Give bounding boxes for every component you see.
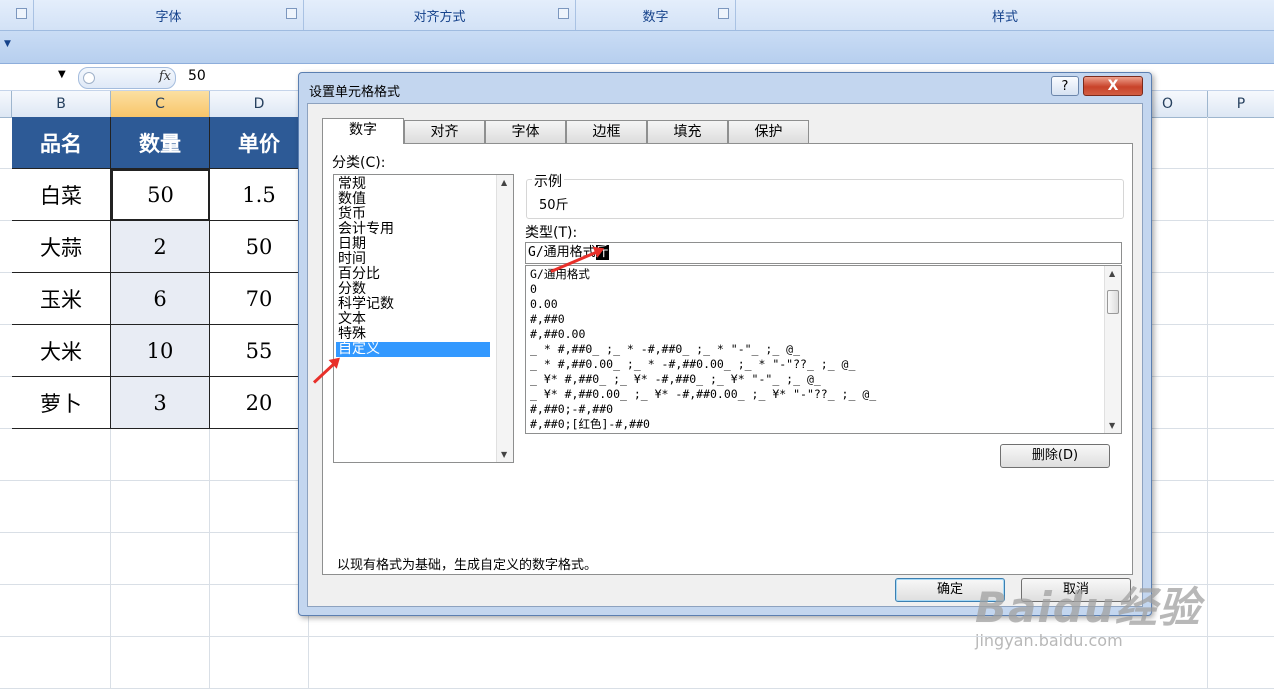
ribbon-group-label: 样式 [991, 9, 1018, 25]
column-header-c[interactable]: C [111, 91, 210, 117]
table-header-cell[interactable]: 数量 [111, 117, 210, 169]
category-scrollbar[interactable]: ▲ ▼ [496, 175, 513, 462]
watermark-main: Baidu经验 [975, 583, 1201, 632]
list-item[interactable]: _ * #,##0_ ;_ * -#,##0_ ;_ * "-"_ ;_ @_ [530, 342, 800, 357]
insert-function-button[interactable]: fx [78, 67, 176, 89]
number-tab-panel: 分类(C): 常规 数值 货币 会计专用 日期 时间 百分比 分数 科学记数 文… [322, 143, 1133, 575]
tab-number[interactable]: 数字 [322, 118, 404, 144]
ribbon-group-alignment: 对齐方式 [304, 0, 576, 30]
table-cell[interactable]: 大蒜 [12, 221, 111, 273]
close-button[interactable]: X [1083, 76, 1143, 96]
tab-alignment[interactable]: 对齐 [404, 120, 485, 143]
list-item[interactable]: 日期 [338, 237, 490, 252]
ribbon-group-label: 对齐方式 [413, 9, 466, 25]
ribbon-group-label: 数字 [642, 9, 669, 25]
category-description: 以现有格式为基础，生成自定义的数字格式。 [337, 558, 598, 573]
list-item[interactable]: 百分比 [338, 267, 490, 282]
name-box-dropdown-icon[interactable]: ▼ [58, 69, 66, 80]
alignment-launcher-icon[interactable] [558, 8, 569, 19]
scroll-up-icon[interactable]: ▲ [501, 178, 507, 187]
list-item[interactable]: 科学记数 [338, 297, 490, 312]
list-item[interactable]: 0.00 [530, 297, 558, 312]
list-item[interactable]: _ ¥* #,##0.00_ ;_ ¥* -#,##0.00_ ;_ ¥* "-… [530, 387, 876, 402]
list-item-selected[interactable]: 自定义 [336, 342, 490, 357]
table-cell[interactable]: 50 [210, 221, 309, 273]
list-item[interactable]: 常规 [338, 177, 490, 192]
list-item[interactable]: #,##0;-#,##0 [530, 402, 613, 417]
table-cell[interactable]: 6 [111, 273, 210, 325]
watermark-logo: Baidu经验 jingyan.baidu.com [975, 574, 1201, 650]
number-launcher-icon[interactable] [718, 8, 729, 19]
sample-value: 50斤 [539, 198, 569, 213]
ribbon-group-clipboard [0, 0, 34, 30]
ribbon-group-labels: 字体 对齐方式 数字 样式 [0, 0, 1274, 31]
list-item[interactable]: 货币 [338, 207, 490, 222]
list-item[interactable]: #,##0;[红色]-#,##0 [530, 417, 650, 432]
ribbon-group-label: 字体 [155, 9, 182, 25]
column-header-p[interactable]: P [1208, 91, 1274, 117]
format-cells-dialog: 设置单元格格式 ? X 数字 对齐 字体 边框 填充 保护 分类(C): 常规 … [298, 72, 1152, 616]
tab-font[interactable]: 字体 [485, 120, 566, 143]
ribbon-group-number: 数字 [576, 0, 736, 30]
sample-label: 示例 [532, 171, 564, 191]
table-cell[interactable]: 10 [111, 325, 210, 377]
list-item[interactable]: 特殊 [338, 327, 490, 342]
category-list[interactable]: 常规 数值 货币 会计专用 日期 时间 百分比 分数 科学记数 文本 特殊 自定… [333, 174, 514, 463]
list-item[interactable]: _ * #,##0.00_ ;_ * -#,##0.00_ ;_ * "-"??… [530, 357, 855, 372]
circle-icon [83, 72, 95, 84]
scroll-down-icon[interactable]: ▼ [1109, 421, 1115, 430]
scroll-up-icon[interactable]: ▲ [1109, 269, 1115, 278]
table-cell[interactable]: 20 [210, 377, 309, 429]
table-cell[interactable]: 55 [210, 325, 309, 377]
sample-box [526, 179, 1124, 219]
list-item[interactable]: #,##0.00 [530, 327, 585, 342]
quick-access-bar: ▼ [0, 31, 1274, 64]
table-cell[interactable]: 70 [210, 273, 309, 325]
category-label: 分类(C): [332, 155, 386, 171]
ribbon-group-font: 字体 [34, 0, 304, 30]
table-cell[interactable]: 2 [111, 221, 210, 273]
font-launcher-icon[interactable] [286, 8, 297, 19]
list-item[interactable]: 分数 [338, 282, 490, 297]
tab-border[interactable]: 边框 [566, 120, 647, 143]
list-item[interactable]: 数值 [338, 192, 490, 207]
scroll-thumb[interactable] [1107, 290, 1119, 314]
list-item[interactable]: 0 [530, 282, 537, 297]
format-scrollbar[interactable]: ▲ ▼ [1104, 266, 1121, 433]
format-list[interactable]: G/通用格式 0 0.00 #,##0 #,##0.00 _ * #,##0_ … [525, 265, 1122, 434]
column-header-b[interactable]: B [12, 91, 111, 117]
column-header-d[interactable]: D [210, 91, 309, 117]
list-item[interactable]: 时间 [338, 252, 490, 267]
table-cell[interactable]: 萝卜 [12, 377, 111, 429]
table-header-cell[interactable]: 品名 [12, 117, 111, 169]
type-input[interactable]: G/通用格式斤 [525, 242, 1122, 264]
list-item[interactable]: 会计专用 [338, 222, 490, 237]
table-cell[interactable]: 大米 [12, 325, 111, 377]
table-cell[interactable]: 玉米 [12, 273, 111, 325]
customize-qat-icon[interactable]: ▼ [4, 39, 11, 49]
type-label: 类型(T): [525, 225, 578, 241]
help-button[interactable]: ? [1051, 76, 1079, 96]
table-header-cell[interactable]: 单价 [210, 117, 309, 169]
dialog-title: 设置单元格格式 [309, 85, 401, 100]
dialog-body: 数字 对齐 字体 边框 填充 保护 分类(C): 常规 数值 货币 会计专用 日… [307, 103, 1143, 607]
formula-input[interactable]: 50 [188, 68, 206, 84]
fx-icon: fx [158, 69, 171, 84]
delete-button[interactable]: 删除(D) [1000, 444, 1110, 468]
table-cell[interactable]: 3 [111, 377, 210, 429]
ribbon-group-styles: 样式 [736, 0, 1274, 30]
list-item[interactable]: _ ¥* #,##0_ ;_ ¥* -#,##0_ ;_ ¥* "-"_ ;_ … [530, 372, 821, 387]
table-cell[interactable]: 1.5 [210, 169, 309, 221]
column-header-a[interactable] [0, 91, 12, 117]
table-cell-active[interactable]: 50 [111, 169, 210, 221]
list-item[interactable]: 文本 [338, 312, 490, 327]
group-launcher-icon[interactable] [16, 8, 27, 19]
table-cell[interactable]: 白菜 [12, 169, 111, 221]
scroll-down-icon[interactable]: ▼ [501, 450, 507, 459]
list-item[interactable]: #,##0 [530, 312, 565, 327]
tab-fill[interactable]: 填充 [647, 120, 728, 143]
tab-protection[interactable]: 保护 [728, 120, 809, 143]
